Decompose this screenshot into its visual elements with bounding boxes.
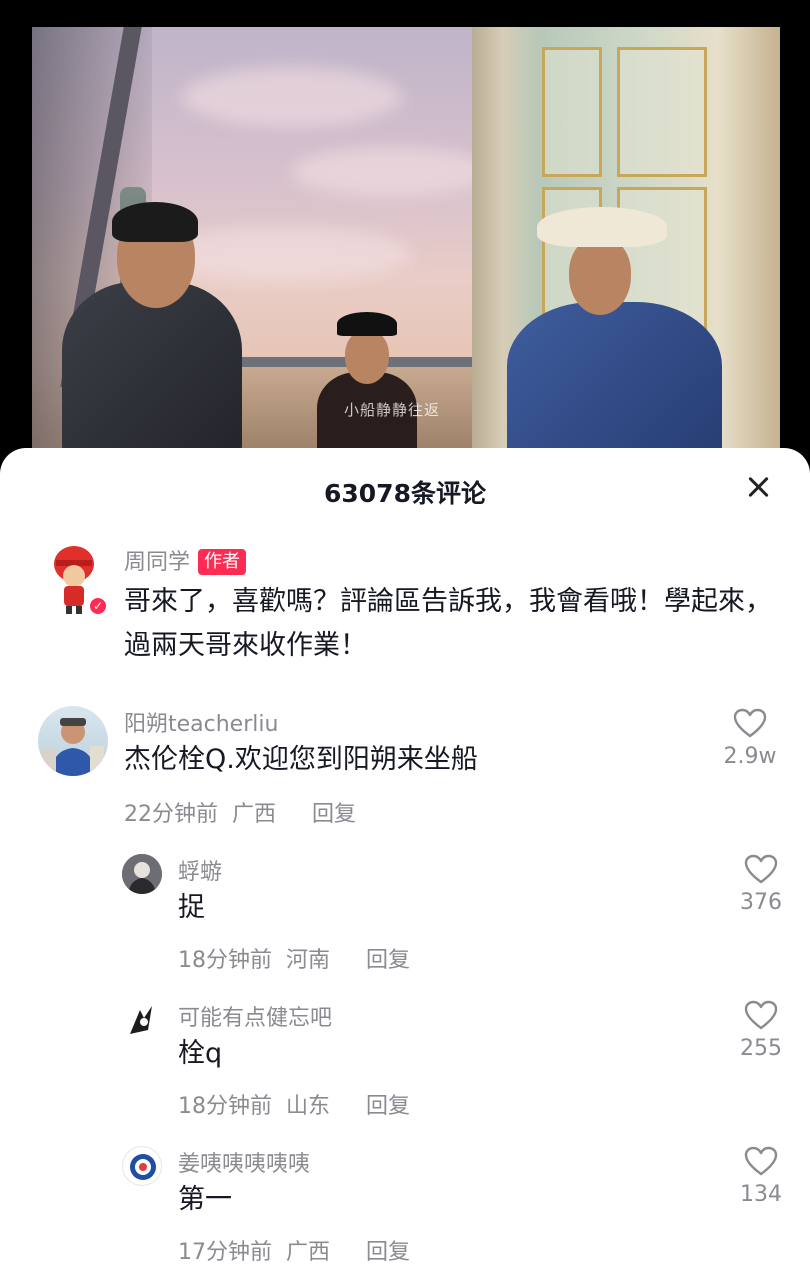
reply-time: 18分钟前 xyxy=(178,1094,272,1119)
like-count: 134 xyxy=(740,1182,782,1207)
reply-text: 第一 xyxy=(178,1184,232,1215)
author-username-line: 周同学 作者 xyxy=(124,544,247,576)
reply-location: 河南 xyxy=(286,948,331,973)
reply-meta: 18分钟前 河南 回复 xyxy=(178,942,424,974)
replier-username[interactable]: 可能有点健忘吧 xyxy=(178,1000,332,1032)
comment-text: 杰伦栓Q.欢迎您到阳朔来坐船 xyxy=(124,744,478,775)
reply-text: 栓q xyxy=(178,1038,223,1069)
comment-time: 22分钟前 xyxy=(124,802,218,827)
like-count: 255 xyxy=(740,1036,782,1061)
video-watermark: 小船静静往返 xyxy=(344,401,441,419)
close-icon[interactable] xyxy=(744,472,774,502)
reply-item: 可能有点健忘吧 栓q 18分钟前 山东 回复 255 xyxy=(0,998,810,1120)
comment-meta: 22分钟前 广西 回复 xyxy=(124,796,370,828)
video-player[interactable]: 小船静静往返 xyxy=(0,0,810,470)
heart-icon xyxy=(744,1000,778,1030)
replier-username[interactable]: 蜉蝣 xyxy=(178,854,222,886)
reply-time: 17分钟前 xyxy=(178,1240,272,1265)
reply-location: 山东 xyxy=(286,1094,331,1119)
replier-avatar[interactable] xyxy=(122,1000,162,1040)
author-badge: 作者 xyxy=(198,549,247,575)
reply-item: 蜉蝣 捉 18分钟前 河南 回复 376 xyxy=(0,852,810,974)
comment-location: 广西 xyxy=(232,802,277,827)
heart-icon xyxy=(744,854,778,884)
author-comment: ✓ 周同学 作者 哥來了，喜歡嗎？評論區告訴我，我會看哦！學起來，過兩天哥來收作業… xyxy=(0,544,810,674)
video-frame: 小船静静往返 xyxy=(32,27,780,452)
reply-location: 广西 xyxy=(286,1240,331,1265)
heart-icon xyxy=(744,1146,778,1176)
reply-meta: 17分钟前 广西 回复 xyxy=(178,1234,424,1266)
reply-meta: 18分钟前 山东 回复 xyxy=(178,1088,424,1120)
comments-header: 63078条评论 xyxy=(0,448,810,532)
heart-icon xyxy=(733,708,767,738)
like-count: 376 xyxy=(740,890,782,915)
reply-text: 捉 xyxy=(178,892,205,923)
replier-username[interactable]: 姜咦咦咦咦咦 xyxy=(178,1146,310,1178)
comments-panel: 63078条评论 ✓ 周同学 作者 哥來了，喜歡嗎？評論區告訴我，我會看哦！學起來… xyxy=(0,448,810,1280)
reply-button[interactable]: 回复 xyxy=(312,802,356,827)
author-comment-text: 哥來了，喜歡嗎？評論區告訴我，我會看哦！學起來，過兩天哥來收作業！ xyxy=(124,586,772,661)
like-button[interactable]: 134 xyxy=(706,1146,810,1207)
replier-avatar[interactable] xyxy=(122,1146,162,1186)
comment-count-title: 63078条评论 xyxy=(324,479,486,508)
commenter-username[interactable]: 阳朔teacherliu xyxy=(124,706,278,738)
like-button[interactable]: 255 xyxy=(706,1000,810,1061)
reply-button[interactable]: 回复 xyxy=(366,948,410,973)
comment-item: 阳朔teacherliu 杰伦栓Q.欢迎您到阳朔来坐船 22分钟前 广西 回复 2.… xyxy=(0,704,810,827)
reply-item: 姜咦咦咦咦咦 第一 17分钟前 广西 回复 134 xyxy=(0,1144,810,1266)
like-button[interactable]: 2.9w xyxy=(690,708,810,769)
reply-button[interactable]: 回复 xyxy=(366,1094,410,1119)
reply-time: 18分钟前 xyxy=(178,948,272,973)
author-username[interactable]: 周同学 xyxy=(124,550,190,575)
replier-avatar[interactable] xyxy=(122,854,162,894)
like-button[interactable]: 376 xyxy=(706,854,810,915)
reply-button[interactable]: 回复 xyxy=(366,1240,410,1265)
like-count: 2.9w xyxy=(723,744,777,769)
commenter-avatar[interactable] xyxy=(38,706,108,776)
verified-badge-icon: ✓ xyxy=(88,596,108,616)
